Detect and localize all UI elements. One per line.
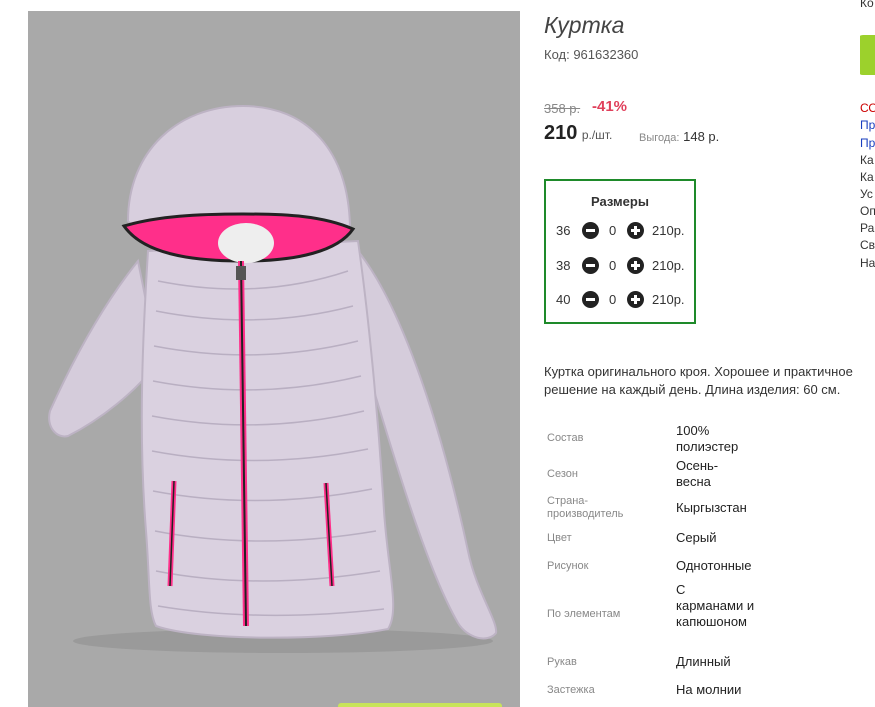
attr-value: 100% полиэстер	[676, 423, 739, 454]
size-price: 210р.	[652, 258, 685, 273]
quantity-value: 0	[609, 292, 617, 307]
attr-label: По элементам	[547, 608, 621, 620]
attr-label: Цвет	[547, 532, 572, 544]
sidebar-item: Ка	[860, 170, 874, 184]
product-title: Куртка	[544, 12, 625, 38]
sidebar-item: Ка	[860, 153, 874, 167]
decrease-quantity-button[interactable]	[582, 291, 599, 308]
size-row: 38 0 210р.	[546, 256, 694, 276]
product-code: Код: 961632360	[544, 47, 639, 62]
sidebar-link[interactable]: СО	[860, 101, 875, 115]
attr-label: Сезон	[547, 468, 578, 480]
increase-quantity-button[interactable]	[627, 257, 644, 274]
size-price: 210р.	[652, 292, 685, 307]
increase-quantity-button[interactable]	[627, 291, 644, 308]
increase-quantity-button[interactable]	[627, 222, 644, 239]
attr-label: Рукав	[547, 656, 577, 668]
size-label: 40	[556, 292, 571, 307]
jacket-image	[28, 11, 520, 707]
add-to-cart-button[interactable]	[860, 35, 875, 75]
old-price: 358 р.	[544, 101, 581, 116]
attr-value: Длинный	[676, 654, 731, 669]
price-unit: р./шт.	[581, 128, 613, 142]
attr-value: Серый	[676, 530, 717, 545]
right-sidebar: Ко СО Пр Пр Ка Ка Ус Оп Ра Св На	[860, 0, 875, 707]
attr-value: Кыргызстан	[676, 500, 747, 515]
sidebar-item: Ус	[860, 187, 873, 201]
attr-value: На молнии	[676, 682, 742, 697]
sidebar-item: Ра	[860, 221, 875, 235]
savings-label: Выгода:	[639, 132, 680, 144]
discount-badge: -41%	[592, 98, 628, 115]
current-price: 210 р./шт.	[544, 122, 612, 145]
photo-strip	[338, 703, 502, 707]
size-label: 38	[556, 258, 571, 273]
attr-value: Осень-весна	[676, 458, 719, 489]
decrease-quantity-button[interactable]	[582, 257, 599, 274]
attr-label: Застежка	[547, 684, 595, 696]
attr-label: Страна-производитель	[547, 495, 624, 520]
sidebar-link[interactable]: Пр	[860, 118, 875, 132]
sizes-title: Размеры	[591, 194, 649, 209]
savings: Выгода: 148 р.	[639, 129, 719, 144]
price-value: 210	[544, 122, 578, 144]
quantity-value: 0	[609, 223, 617, 238]
product-photo[interactable]	[28, 11, 520, 707]
attr-label: Рисунок	[547, 560, 589, 572]
attr-value: С карманами и капюшоном	[676, 582, 755, 629]
product-description: Куртка оригинального кроя. Хорошее и пра…	[544, 364, 853, 397]
sidebar-link[interactable]: Пр	[860, 136, 875, 150]
decrease-quantity-button[interactable]	[582, 222, 599, 239]
attr-value: Однотонные	[676, 558, 752, 573]
sizes-box: Размеры 36 0 210р. 38 0 210р. 40 0 210р.	[544, 179, 696, 324]
sidebar-item: На	[860, 256, 875, 270]
attr-label: Состав	[547, 432, 584, 444]
size-row: 36 0 210р.	[546, 221, 694, 241]
size-label: 36	[556, 223, 571, 238]
size-price: 210р.	[652, 223, 685, 238]
savings-value: 148 р.	[683, 129, 720, 144]
sidebar-item: Оп	[860, 204, 875, 218]
quantity-value: 0	[609, 258, 617, 273]
cart-label[interactable]: Ко	[860, 0, 874, 10]
sidebar-item: Св	[860, 238, 875, 252]
size-row: 40 0 210р.	[546, 290, 694, 310]
